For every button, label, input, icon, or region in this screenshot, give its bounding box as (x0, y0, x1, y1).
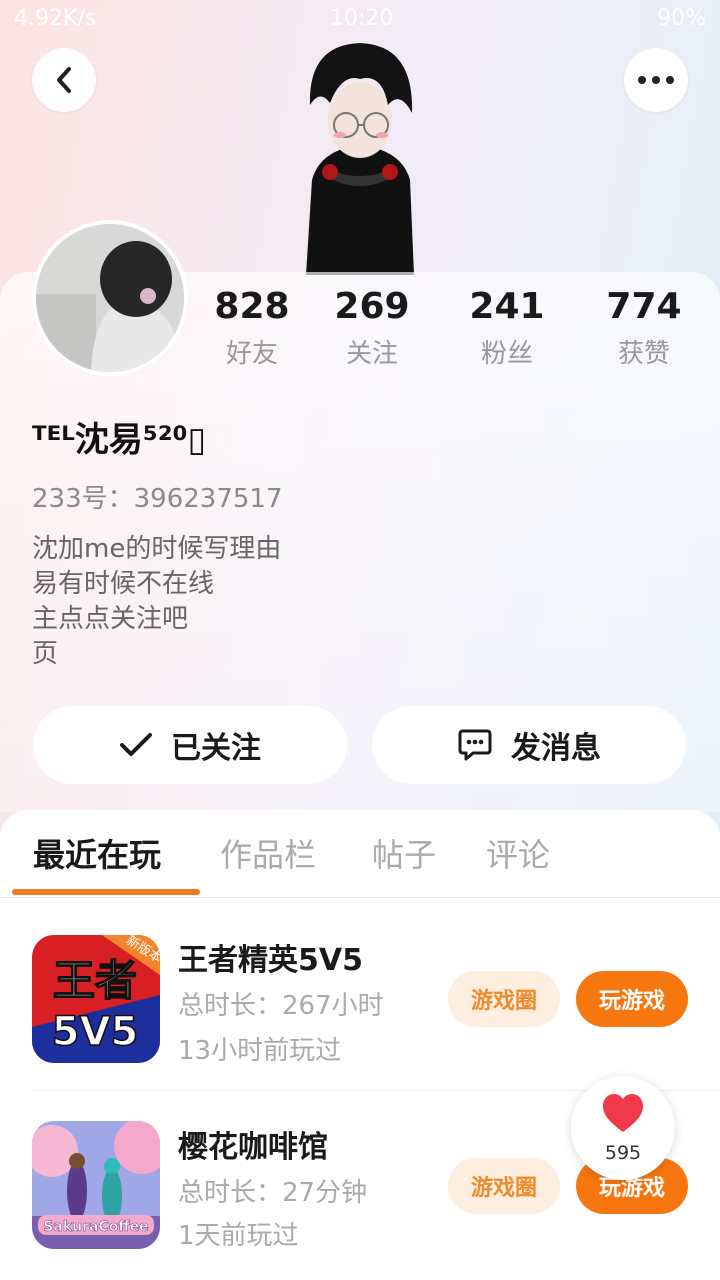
game-duration: 总时长：27分钟 (178, 1178, 368, 1208)
game-icon-wangzhe[interactable]: 王者 5V5 新版本 (32, 935, 160, 1063)
game-logo: SakuraCoffee (32, 1121, 160, 1249)
more-dots-icon (638, 76, 674, 84)
like-count: 595 (604, 1142, 642, 1164)
stat-likes[interactable]: 774 获赞 (584, 285, 704, 370)
svg-text:SakuraCoffee: SakuraCoffee (43, 1219, 148, 1235)
tab-comments[interactable]: 评论 (486, 830, 550, 876)
stat-friends[interactable]: 828 好友 (192, 285, 312, 370)
bio-line: 主点点关注吧 (32, 604, 189, 634)
heart-icon (603, 1094, 643, 1132)
chat-bubble-icon (458, 729, 492, 761)
more-options-button[interactable] (624, 48, 688, 112)
avatar (36, 224, 184, 372)
game-logo: 王者 5V5 新版本 (32, 935, 160, 1063)
stat-value: 269 (334, 286, 410, 327)
stat-following[interactable]: 269 关注 (312, 285, 432, 370)
active-tab-indicator (12, 889, 200, 895)
game-icon-sakura-coffee[interactable]: SakuraCoffee (32, 1121, 160, 1249)
back-button[interactable] (32, 48, 96, 112)
battery-level: 90% (657, 6, 706, 31)
svg-text:王者: 王者 (53, 956, 137, 1005)
tab-works[interactable]: 作品栏 (220, 830, 316, 876)
stat-label: 好友 (225, 339, 278, 369)
check-icon (120, 733, 152, 756)
stat-label: 关注 (345, 339, 398, 369)
game-duration: 总时长：267小时 (178, 991, 384, 1021)
stat-value: 828 (214, 286, 290, 327)
stat-fans[interactable]: 241 粉丝 (447, 285, 567, 370)
bio-line: 沈加me的时候写理由 (32, 534, 282, 564)
tab-posts[interactable]: 帖子 (372, 830, 436, 876)
play-game-button[interactable]: 玩游戏 (576, 971, 688, 1027)
svg-text:5V5: 5V5 (52, 1009, 139, 1055)
chevron-left-icon (57, 67, 71, 93)
profile-photo[interactable] (32, 220, 188, 376)
bio: 沈加me的时候写理由 易有时候不在线 主点点关注吧 页 (32, 532, 281, 672)
stat-label: 粉丝 (480, 339, 533, 369)
username: ᵀᴱᴸ沈易⁵²⁰▯ (32, 420, 207, 460)
stat-label: 获赞 (617, 339, 670, 369)
floating-like-button[interactable]: 595 (571, 1076, 675, 1180)
game-circle-button[interactable]: 游戏圈 (448, 1158, 560, 1214)
game-name[interactable]: 王者精英5V5 (178, 935, 363, 979)
game-circle-button[interactable]: 游戏圈 (448, 971, 560, 1027)
message-label: 发消息 (511, 731, 601, 766)
bio-line: 易有时候不在线 (32, 569, 215, 599)
following-label: 已关注 (171, 731, 261, 766)
following-button[interactable]: 已关注 (33, 706, 347, 784)
clock: 10:20 (330, 6, 394, 31)
message-button[interactable]: 发消息 (372, 706, 686, 784)
stat-value: 241 (469, 286, 545, 327)
tab-divider (0, 897, 720, 898)
tab-recently-played[interactable]: 最近在玩 (33, 830, 161, 876)
avatar-character-figure (306, 43, 414, 275)
stat-value: 774 (606, 286, 682, 327)
account-id: 233号：396237517 (32, 484, 283, 514)
status-bar: 4.92K/s 10:20 90% (0, 0, 720, 40)
bio-line: 页 (32, 639, 59, 669)
network-speed: 4.92K/s (14, 6, 97, 31)
game-last-played: 13小时前玩过 (178, 1036, 342, 1066)
game-last-played: 1天前玩过 (178, 1221, 299, 1251)
game-name[interactable]: 樱花咖啡馆 (178, 1122, 328, 1166)
